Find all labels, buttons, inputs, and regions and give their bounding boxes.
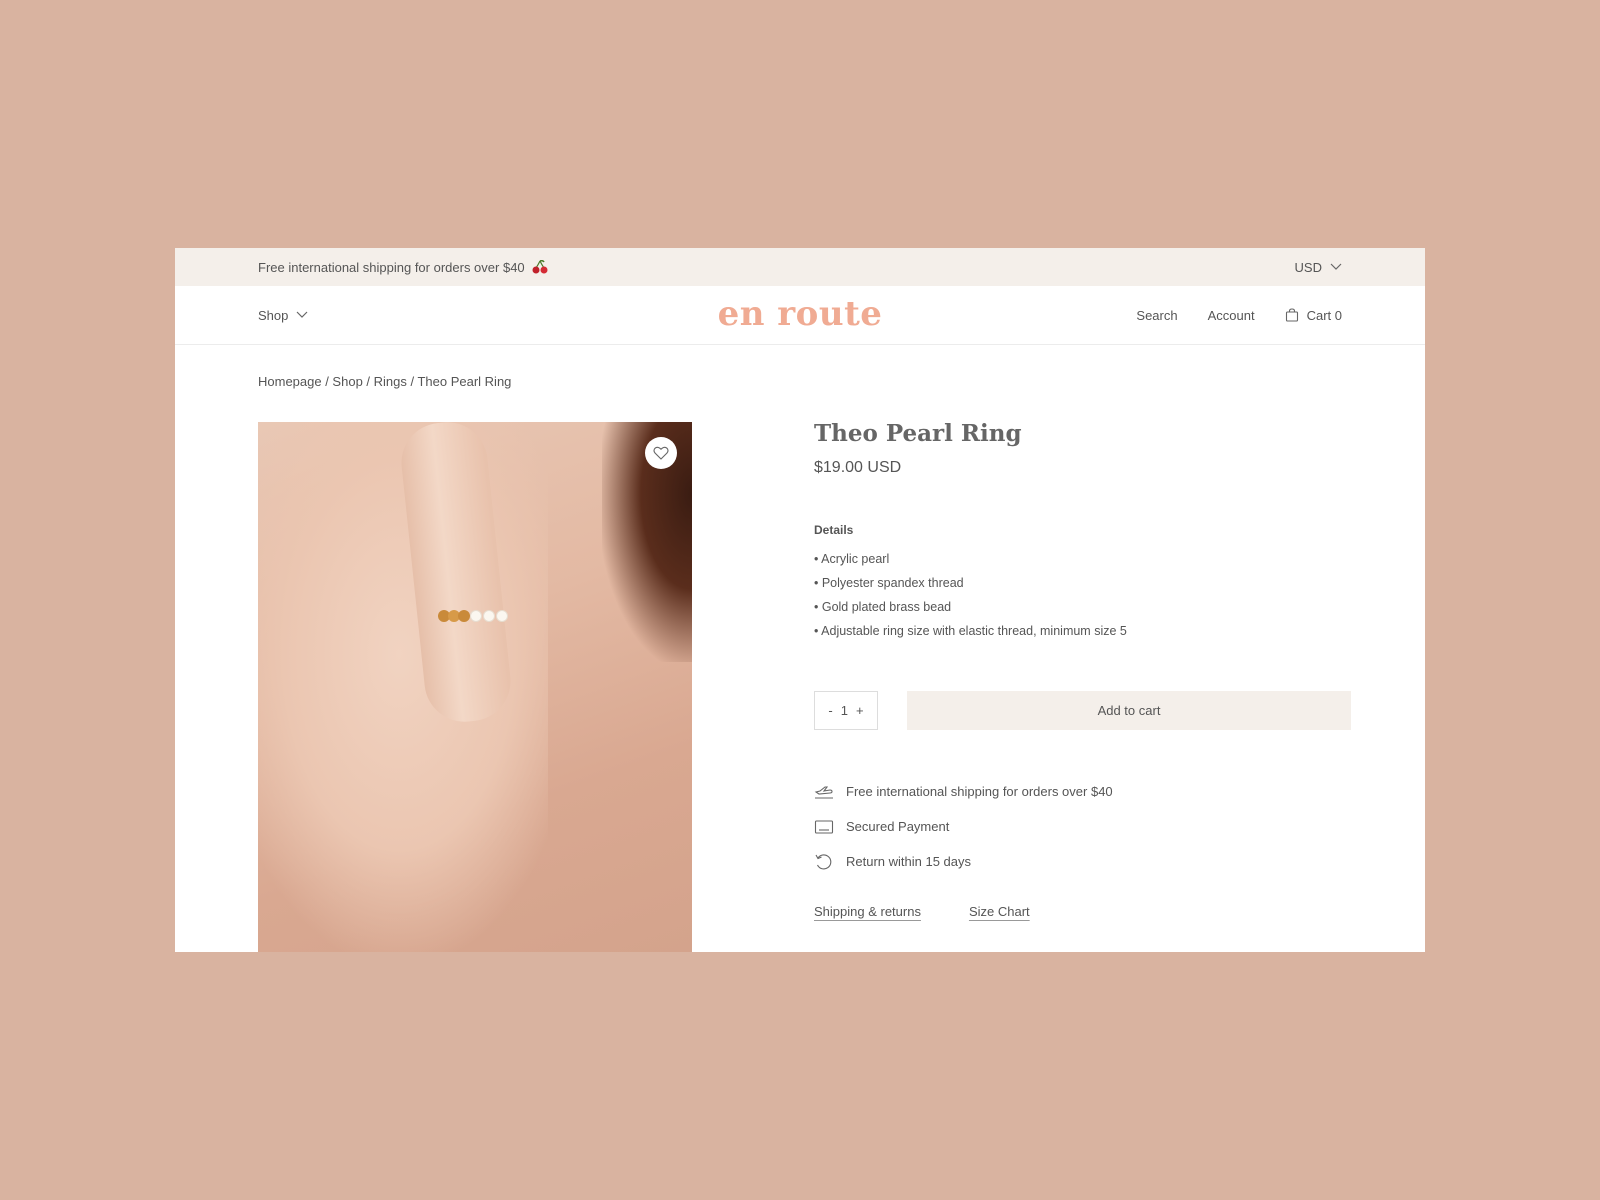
info-links: Shipping & returns Size Chart: [814, 904, 1351, 919]
shop-menu[interactable]: Shop: [258, 308, 308, 323]
announcement-message: Free international shipping for orders o…: [258, 259, 548, 275]
feature-item-payment: Secured Payment: [814, 809, 1351, 844]
feature-text: Free international shipping for orders o…: [846, 784, 1113, 799]
quantity-stepper: - 1 +: [814, 691, 878, 730]
return-icon: [815, 853, 832, 869]
announcement-text: Free international shipping for orders o…: [258, 259, 525, 275]
add-to-cart-button[interactable]: Add to cart: [907, 691, 1351, 730]
product-title: Theo Pearl Ring: [814, 420, 1022, 447]
currency-label: USD: [1294, 259, 1322, 275]
site-header: Shop en route Search Account Cart 0: [175, 286, 1425, 345]
shipping-returns-link[interactable]: Shipping & returns: [814, 904, 921, 919]
purchase-row: - 1 + Add to cart: [814, 691, 1351, 730]
bag-icon: [1285, 308, 1298, 322]
ring-shape: [438, 606, 528, 628]
size-chart-link[interactable]: Size Chart: [969, 904, 1030, 919]
quantity-decrease-button[interactable]: -: [828, 703, 832, 718]
product-image[interactable]: [258, 422, 692, 952]
details-item: • Gold plated brass bead: [814, 600, 952, 614]
chevron-down-icon: [296, 311, 308, 318]
site-logo[interactable]: en route: [718, 294, 883, 334]
cart-link[interactable]: Cart 0: [1285, 308, 1342, 323]
heart-icon: [653, 446, 669, 460]
feature-item-shipping: Free international shipping for orders o…: [814, 774, 1351, 809]
quantity-increase-button[interactable]: +: [856, 703, 864, 718]
cherry-icon: [532, 259, 548, 274]
details-item: • Adjustable ring size with elastic thre…: [814, 624, 1127, 638]
header-actions: Search Account Cart 0: [1136, 308, 1342, 323]
account-link[interactable]: Account: [1208, 308, 1255, 323]
currency-selector[interactable]: USD: [1295, 260, 1342, 275]
quantity-value[interactable]: 1: [841, 703, 848, 718]
feature-list: Free international shipping for orders o…: [814, 774, 1351, 879]
search-link[interactable]: Search: [1136, 308, 1177, 323]
shop-menu-label: Shop: [258, 307, 289, 323]
chevron-down-icon: [1330, 263, 1342, 270]
feature-item-returns: Return within 15 days: [814, 844, 1351, 879]
details-item: • Acrylic pearl: [814, 552, 890, 566]
breadcrumb[interactable]: Homepage / Shop / Rings / Theo Pearl Rin…: [258, 374, 511, 389]
details-heading: Details: [814, 523, 854, 537]
plane-icon: [814, 785, 833, 799]
page-window: Free international shipping for orders o…: [175, 248, 1425, 952]
feature-text: Secured Payment: [846, 819, 950, 834]
card-icon: [814, 819, 834, 834]
product-info: Theo Pearl Ring $19.00 USD Details • Acr…: [814, 420, 1351, 919]
details-item: • Polyester spandex thread: [814, 576, 964, 590]
details-list: • Acrylic pearl • Polyester spandex thre…: [814, 547, 1351, 643]
announcement-bar: Free international shipping for orders o…: [175, 248, 1425, 286]
product-price: $19.00 USD: [814, 459, 902, 476]
feature-text: Return within 15 days: [846, 854, 972, 869]
wishlist-button[interactable]: [645, 437, 677, 469]
cart-label: Cart 0: [1306, 307, 1342, 323]
